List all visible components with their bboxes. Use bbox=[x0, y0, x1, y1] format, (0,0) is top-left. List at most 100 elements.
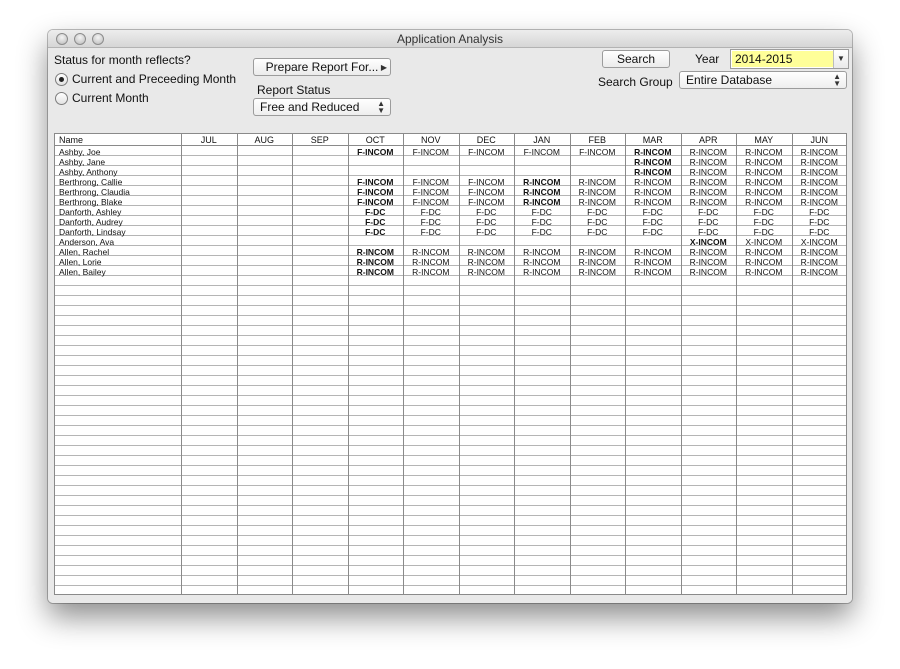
column-divider bbox=[569, 134, 571, 594]
month-cell-aug bbox=[237, 187, 293, 197]
month-cell-oct: F-DC bbox=[365, 227, 386, 237]
radio-current-and-preceeding[interactable]: Current and Preceeding Month bbox=[55, 72, 236, 86]
month-cell-mar: F-DC bbox=[642, 207, 663, 217]
month-cell-jun: F-DC bbox=[809, 207, 830, 217]
month-cell-oct bbox=[348, 167, 404, 177]
month-cell-oct: F-INCOM bbox=[357, 177, 394, 187]
month-cell-may: R-INCOM bbox=[745, 197, 783, 207]
radio-current-month[interactable]: Current Month bbox=[55, 91, 149, 105]
search-group-popup[interactable]: Entire Database ▲ ▼ bbox=[679, 71, 847, 89]
radio-button-selected[interactable] bbox=[55, 72, 68, 86]
month-cell-jan: F-INCOM bbox=[523, 147, 560, 157]
month-cell-dec bbox=[459, 157, 515, 167]
month-cell-jul bbox=[181, 187, 237, 197]
month-cell-apr: R-INCOM bbox=[689, 147, 727, 157]
month-cell-aug bbox=[237, 147, 293, 157]
column-header-jul[interactable]: JUL bbox=[181, 134, 237, 146]
column-header-feb[interactable]: FEB bbox=[570, 134, 626, 146]
table-row[interactable]: Allen, Rachel R-INCOM R-INCOM R-INCOM R-INCO… bbox=[55, 247, 846, 257]
prepare-report-button[interactable]: Prepare Report For... ▶ bbox=[253, 58, 391, 76]
table-row[interactable]: Ashby, Joe F-INCOM F-INCOM F-INCOM F-INCOM F-… bbox=[55, 147, 846, 157]
month-cell-mar: R-INCOM bbox=[634, 167, 672, 177]
month-cell-oct bbox=[348, 157, 404, 167]
month-cell-jun: R-INCOM bbox=[800, 257, 838, 267]
month-cell-jan bbox=[514, 237, 570, 247]
column-header-mar[interactable]: MAR bbox=[625, 134, 681, 146]
table-row[interactable]: Berthrong, Callie F-INCOM F-INCOM F-INCOM R-… bbox=[55, 177, 846, 187]
month-cell-jul bbox=[181, 147, 237, 157]
row-name-cell: Allen, Bailey bbox=[59, 267, 106, 277]
month-cell-feb: R-INCOM bbox=[578, 257, 616, 267]
table-row[interactable]: Danforth, Lindsay F-DC F-DC F-DC F-DC F-DC F-D… bbox=[55, 227, 846, 237]
month-cell-feb: F-INCOM bbox=[579, 147, 616, 157]
table-row[interactable]: Berthrong, Claudia F-INCOM F-INCOM F-INCOM R… bbox=[55, 187, 846, 197]
month-cell-jun: R-INCOM bbox=[800, 147, 838, 157]
month-cell-apr: R-INCOM bbox=[689, 177, 727, 187]
column-header-apr[interactable]: APR bbox=[681, 134, 737, 146]
month-cell-aug bbox=[237, 237, 293, 247]
table-row[interactable]: Allen, Lorie R-INCOM R-INCOM R-INCOM R-INCOM… bbox=[55, 257, 846, 267]
month-cell-jan: R-INCOM bbox=[523, 197, 561, 207]
month-cell-dec bbox=[459, 237, 515, 247]
month-cell-oct: F-DC bbox=[365, 217, 386, 227]
month-cell-aug bbox=[237, 207, 293, 217]
column-header-aug[interactable]: AUG bbox=[237, 134, 293, 146]
row-name-cell: Ashby, Joe bbox=[59, 147, 101, 157]
title-bar[interactable]: Application Analysis bbox=[48, 30, 852, 48]
month-cell-sep bbox=[292, 157, 348, 167]
column-header-nov[interactable]: NOV bbox=[403, 134, 459, 146]
table-row[interactable]: Ashby, Jane R-INCOM R-INCOM R-INCOM R-INCOM bbox=[55, 157, 846, 167]
month-cell-mar: F-DC bbox=[642, 227, 663, 237]
month-cell-jun: R-INCOM bbox=[800, 197, 838, 207]
table-row[interactable]: Danforth, Ashley F-DC F-DC F-DC F-DC F-DC F-DC… bbox=[55, 207, 846, 217]
year-combo-box[interactable]: 2014-2015 ▼ bbox=[730, 49, 849, 69]
month-cell-mar: R-INCOM bbox=[634, 267, 672, 277]
month-cell-dec: F-INCOM bbox=[468, 187, 505, 197]
up-down-arrows-icon: ▲ ▼ bbox=[377, 99, 385, 115]
window-title: Application Analysis bbox=[396, 32, 504, 46]
table-row[interactable]: Ashby, Anthony R-INCOM R-INCOM R-INCOM R-INC… bbox=[55, 167, 846, 177]
month-cell-jan bbox=[514, 157, 570, 167]
month-cell-jul bbox=[181, 167, 237, 177]
column-header-jan[interactable]: JAN bbox=[514, 134, 570, 146]
table-row[interactable]: Berthrong, Blake F-INCOM F-INCOM F-INCOM R-I… bbox=[55, 197, 846, 207]
month-cell-feb: R-INCOM bbox=[578, 187, 616, 197]
row-name-cell: Berthrong, Claudia bbox=[59, 187, 130, 197]
month-cell-feb bbox=[570, 157, 626, 167]
column-header-jun[interactable]: JUN bbox=[792, 134, 847, 146]
month-cell-oct: R-INCOM bbox=[356, 257, 394, 267]
column-header-name[interactable]: Name bbox=[55, 134, 181, 146]
report-status-popup[interactable]: Free and Reduced ▲ ▼ bbox=[253, 98, 391, 116]
column-header-may[interactable]: MAY bbox=[736, 134, 792, 146]
month-cell-jul bbox=[181, 157, 237, 167]
month-cell-nov: F-INCOM bbox=[412, 197, 449, 207]
year-field[interactable]: 2014-2015 bbox=[732, 51, 833, 67]
table-row[interactable]: Allen, Bailey R-INCOM R-INCOM R-INCOM R-INCO… bbox=[55, 267, 846, 277]
table-row[interactable]: Anderson, Ava X-INCOM X-INCOM X-INCOM bbox=[55, 237, 846, 247]
month-cell-jun: R-INCOM bbox=[800, 167, 838, 177]
table-row[interactable]: Danforth, Audrey F-DC F-DC F-DC F-DC F-DC F-DC… bbox=[55, 217, 846, 227]
month-cell-may: R-INCOM bbox=[745, 177, 783, 187]
radio-button[interactable] bbox=[55, 91, 68, 105]
month-cell-aug bbox=[237, 167, 293, 177]
search-button[interactable]: Search bbox=[602, 50, 670, 68]
month-cell-dec: R-INCOM bbox=[467, 267, 505, 277]
column-header-oct[interactable]: OCT bbox=[348, 134, 404, 146]
month-cell-oct: R-INCOM bbox=[356, 267, 394, 277]
column-header-sep[interactable]: SEP bbox=[292, 134, 348, 146]
analysis-table[interactable]: Name JUL AUG SEP OCT NOV DEC JAN FEB MAR APR MAY JUN… bbox=[54, 133, 847, 595]
month-cell-jun: F-DC bbox=[809, 217, 830, 227]
search-group-value: Entire Database bbox=[686, 73, 773, 87]
month-cell-aug bbox=[237, 227, 293, 237]
chevron-down-icon[interactable]: ▼ bbox=[833, 50, 848, 68]
column-header-dec[interactable]: DEC bbox=[459, 134, 515, 146]
month-cell-jan: R-INCOM bbox=[523, 247, 561, 257]
month-cell-jan: R-INCOM bbox=[523, 267, 561, 277]
month-cell-aug bbox=[237, 267, 293, 277]
month-cell-sep bbox=[292, 207, 348, 217]
row-name-cell: Danforth, Ashley bbox=[59, 207, 122, 217]
status-heading: Status for month reflects? bbox=[54, 53, 191, 67]
column-divider bbox=[403, 134, 404, 594]
month-cell-feb: F-DC bbox=[587, 207, 608, 217]
month-cell-nov: R-INCOM bbox=[412, 257, 450, 267]
